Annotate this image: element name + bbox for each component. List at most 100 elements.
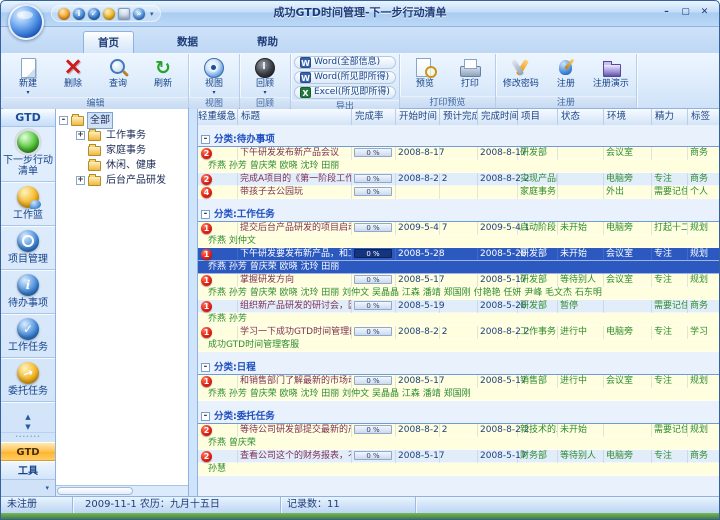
new-button[interactable]: 新建▾ [6, 55, 50, 97]
task-row[interactable]: 2完成A项目的《第一阶段工作进度0 %2008-8-2 22008-8-2 2实… [198, 173, 719, 186]
tree-expander-icon[interactable]: + [76, 131, 85, 140]
tab-home[interactable]: 首页 [83, 31, 134, 53]
sidebar-item-todo[interactable]: i待办事项 [1, 270, 55, 314]
refresh-button[interactable]: 刷新 [141, 55, 185, 91]
start-date: 2009-5-4 7 [396, 222, 440, 235]
assignees-row[interactable]: 成功GTD时间管理客服 [198, 339, 719, 352]
tree-horizontal-scrollbar[interactable] [56, 485, 188, 496]
tools-mode-button[interactable]: 工具 [1, 461, 55, 480]
review-button[interactable]: 回顾▾ [243, 55, 287, 97]
column-header[interactable]: 状态 [558, 109, 604, 125]
app-menu-button[interactable] [8, 4, 44, 40]
todo-icon: i [17, 274, 39, 296]
column-header[interactable]: 标签 [688, 109, 720, 125]
sidebar-item-next-actions[interactable]: 下一步行动清单 [1, 127, 55, 182]
sidebar-collapse-arrow[interactable]: ▲▼ [1, 412, 55, 432]
tree-node-all[interactable]: -全部 [56, 113, 188, 128]
task-row[interactable]: 1学习一下成功GTD时间管理的使0 %2008-8-2 22008-8-2 2工… [198, 326, 719, 339]
assignees-row[interactable]: 乔燕 孙芳 [198, 313, 719, 326]
change-password-button[interactable]: 修改密码 [499, 55, 543, 91]
collapse-icon[interactable]: - [201, 210, 210, 219]
assignees-row[interactable]: 乔燕 孙芳 曾庆荣 欧晓 沈玲 田丽 刘仲文 吴晶晶 江森 潘靖 郑国刚 付艳艳… [198, 287, 719, 300]
task-row[interactable]: 1组织新产品研发的研讨会，因原0 %2008-5-192008-5-28研发部暂… [198, 300, 719, 313]
expected-date [440, 186, 478, 199]
collapse-icon[interactable]: - [201, 363, 210, 372]
assignees-row[interactable]: 乔燕 曾庆荣 [198, 437, 719, 450]
export-excel-wysiwyg-button[interactable]: XExcel(所见即所得) [294, 86, 396, 99]
category-row[interactable]: -分类:工作任务 [198, 208, 719, 222]
review-icon [252, 57, 278, 79]
ribbon-group-label: 回顾 [240, 97, 290, 109]
tab-help[interactable]: 帮助 [243, 31, 292, 53]
category-row[interactable]: -分类:待办事项 [198, 133, 719, 147]
scrollbar-thumb[interactable] [57, 487, 133, 495]
assignees-row[interactable]: 孙慧 [198, 463, 719, 476]
category-row[interactable]: -分类:日程 [198, 361, 719, 375]
export-word-wysiwyg-button[interactable]: WWord(所见即所得) [294, 71, 396, 84]
sidebar-item-project-management[interactable]: 项目管理 [1, 226, 55, 270]
delete-button[interactable]: 删除 [51, 55, 95, 91]
sidebar-item-delegated-tasks[interactable]: →委托任务 [1, 358, 55, 402]
environment-cell: 电脑旁 [604, 173, 652, 186]
assignees-row[interactable]: 乔燕 孙芳 曾庆荣 欧晓 沈玲 田丽 [198, 261, 719, 274]
task-row[interactable]: 2等待公司研发部提交最新的产品0 %2008-8-2 22008-8-2 2新技… [198, 424, 719, 437]
register-button[interactable]: 注册 [544, 55, 588, 91]
close-button[interactable]: ✕ [696, 5, 713, 20]
minimize-button[interactable]: – [658, 5, 675, 20]
preview-icon [412, 57, 438, 79]
column-header[interactable]: 环境 [604, 109, 652, 125]
task-row[interactable]: 1掌握研发方向0 %2008-5-172008-5-17研发部等待别人会议室专注… [198, 274, 719, 287]
task-row[interactable]: 2下午研发发布新产品会议0 %2008-8-172008-8-17研发部会议室商… [198, 147, 719, 160]
view-button[interactable]: 视图▾ [192, 55, 236, 97]
task-row[interactable]: 4带孩子去公园玩0 %家庭事务外出需要记住个人 [198, 186, 719, 199]
category-row[interactable]: -分类:委托任务 [198, 410, 719, 424]
column-header[interactable]: 完成时间 [478, 109, 518, 125]
environment-cell: 电脑旁 [604, 326, 652, 339]
collapse-icon[interactable]: - [201, 412, 210, 421]
expected-date [440, 375, 478, 388]
delegated-icon: → [17, 362, 39, 384]
maximize-button[interactable]: ▢ [677, 5, 694, 20]
priority-cell: 2 [198, 424, 238, 437]
column-header[interactable]: 精力 [652, 109, 688, 125]
register-demo-button[interactable]: 注册演示 [589, 55, 633, 91]
expected-date [440, 173, 478, 186]
collapse-icon[interactable]: - [201, 135, 210, 144]
sidebar-config-arrow[interactable]: ▾ [1, 480, 55, 496]
task-row[interactable]: 1下午研发要发布新产品，和工程0 %2008-5-282008-5-28研发部未… [198, 248, 719, 261]
status-date: 2009-11-1 农历：九月十五日 [73, 497, 281, 513]
button-label: Excel(所见即所得) [314, 87, 390, 98]
preview-button[interactable]: 预览 [403, 55, 447, 91]
assignees-row[interactable]: 乔燕 孙芳 曾庆荣 欧晓 沈玲 田丽 刘仲文 吴晶晶 江森 潘靖 郑国刚 [198, 388, 719, 401]
column-header[interactable]: 完成率 [352, 109, 396, 125]
column-header[interactable]: 项目 [518, 109, 558, 125]
task-row[interactable]: 1提交后台产品研发的项目启动书0 %2009-5-4 72009-5-4 1启动… [198, 222, 719, 235]
export-word-all-button[interactable]: WWord(全部信息) [294, 56, 396, 69]
print-icon [457, 57, 483, 79]
assignees-row[interactable]: 乔燕 刘仲文 [198, 235, 719, 248]
column-header[interactable]: 开始时间 [396, 109, 440, 125]
project-cell: 启动阶段 [518, 222, 558, 235]
tree-expander-icon[interactable]: + [76, 176, 85, 185]
column-header[interactable]: 预计完成时 [440, 109, 478, 125]
sidebar-item-inbox[interactable]: 工作篮 [1, 182, 55, 226]
progress-cell: 0 % [352, 450, 396, 463]
sidebar-item-work-tasks[interactable]: ✓工作任务 [1, 314, 55, 358]
tree-node-family-affairs[interactable]: 家庭事务 [56, 143, 188, 158]
query-button[interactable]: 查询 [96, 55, 140, 91]
tree-node-backend-product-rd[interactable]: +后台产品研发 [56, 173, 188, 188]
task-row[interactable]: 2查看公司这个的财务报表，不过0 %2008-5-172008-5-17财务部等… [198, 450, 719, 463]
tree-node-label: 工作事务 [104, 128, 148, 143]
gtd-mode-button[interactable]: GTD [1, 442, 55, 461]
task-row[interactable]: 1和销售部门了解最新的市场动向0 %2008-5-172008-5-17销售部进… [198, 375, 719, 388]
column-header[interactable]: 标题 [238, 109, 352, 125]
tab-data[interactable]: 数据 [163, 31, 212, 53]
ribbon-group-body: 修改密码注册注册演示 [496, 54, 636, 96]
tree-node-work-affairs[interactable]: + 工作事务 [56, 128, 188, 143]
column-header[interactable]: 轻重缓急 [198, 109, 238, 125]
tree-expander-icon[interactable]: - [59, 116, 68, 125]
assignees-row[interactable]: 乔燕 孙芳 曾庆荣 欧晓 沈玲 田丽 [198, 160, 719, 173]
print-button[interactable]: 打印 [448, 55, 492, 91]
tree-node-leisure-health[interactable]: 休闲、健康 [56, 158, 188, 173]
sidebar-grip-handle[interactable]: ······· [1, 432, 55, 442]
